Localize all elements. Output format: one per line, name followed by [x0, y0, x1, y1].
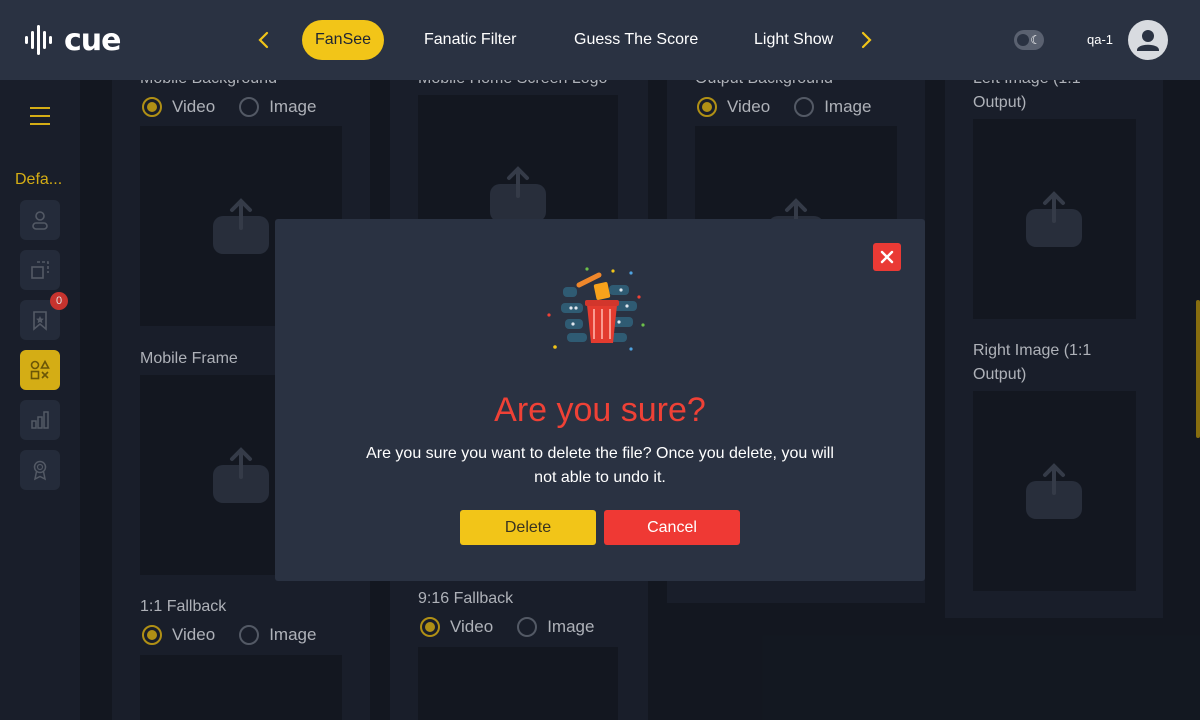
top-header: cue FanSee Fanatic Filter Guess The Scor…: [0, 0, 1200, 80]
user-icon: [1137, 30, 1159, 51]
dialog-message: Are you sure you want to delete the file…: [366, 445, 834, 486]
tab-guess-the-score[interactable]: Guess The Score: [574, 20, 698, 60]
waveform-icon: [25, 25, 52, 55]
delete-button[interactable]: Delete: [460, 510, 596, 545]
delete-confirm-dialog: Are you sure? Are you sure you want to d…: [275, 219, 925, 581]
nav-prev-button[interactable]: [252, 28, 274, 52]
cue-logo[interactable]: cue: [24, 22, 121, 58]
chevron-right-icon: [861, 31, 872, 49]
tab-light-show[interactable]: Light Show: [754, 20, 833, 60]
moon-icon: ☾: [1030, 33, 1041, 47]
tab-fansee[interactable]: FanSee: [302, 20, 385, 60]
theme-toggle[interactable]: ☾: [1014, 30, 1044, 50]
close-icon: [880, 250, 894, 264]
nav-next-button[interactable]: [856, 28, 878, 52]
chevron-left-icon: [258, 31, 269, 49]
logo-text: cue: [64, 22, 121, 58]
tab-fanatic-filter[interactable]: Fanatic Filter: [424, 20, 516, 60]
username-label: qa-1: [1087, 32, 1114, 47]
cancel-button[interactable]: Cancel: [604, 510, 740, 545]
dialog-title: Are you sure?: [494, 391, 706, 429]
trash-bin-illustration: [547, 267, 645, 351]
toggle-knob: [1017, 34, 1029, 46]
close-button[interactable]: [873, 243, 901, 271]
avatar[interactable]: [1128, 20, 1168, 60]
